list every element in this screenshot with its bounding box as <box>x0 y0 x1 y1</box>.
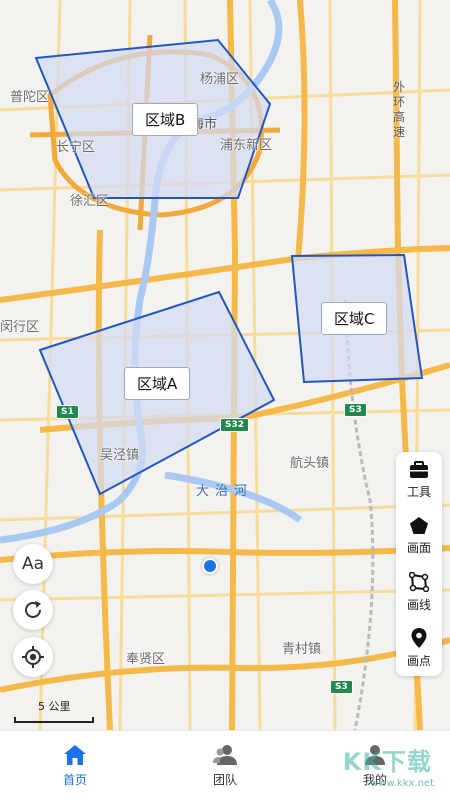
watermark-url: www.kkx.net <box>370 778 434 789</box>
polygon-label: 画面 <box>406 541 431 555</box>
nav-team-label: 团队 <box>212 772 237 787</box>
line-label: 画线 <box>406 597 431 612</box>
draw-point-button[interactable]: 画点 <box>396 620 442 676</box>
place-pudong: 浦东新区 <box>220 138 273 153</box>
watermark-logo: KK下载 <box>342 748 432 776</box>
place-hangtou: 航头镇 <box>290 456 330 471</box>
place-minhang: 闵行区 <box>0 320 40 335</box>
nav-team[interactable]: 团队 <box>150 731 300 800</box>
map-view[interactable]: 普陀区 杨浦区 长宁区 浦东新区 徐汇区 闵行区 吴泾镇 航头镇 奉贤区 青村镇… <box>0 0 450 730</box>
zone-b-label[interactable]: 区域B <box>132 103 199 136</box>
shield-s3-a: S3 <box>344 403 367 417</box>
place-xuhui: 徐汇区 <box>70 194 110 209</box>
point-label: 画点 <box>406 653 431 668</box>
current-location-marker <box>202 558 218 574</box>
draw-line-button[interactable]: 画线 <box>396 564 442 620</box>
draw-toolbar: 工具 画面 画线 画点 <box>396 452 442 676</box>
place-wujing: 吴泾镇 <box>100 448 140 463</box>
map-base <box>0 0 450 730</box>
refresh-button[interactable] <box>13 590 53 630</box>
tools-label: 工具 <box>406 484 431 499</box>
team-icon <box>213 744 237 765</box>
place-putuo: 普陀区 <box>10 90 50 105</box>
scale-ruler <box>14 717 94 723</box>
place-yangpu: 杨浦区 <box>200 72 240 87</box>
scale-text: 5 公里 <box>38 700 71 713</box>
outer-ring-label: 外环高速 <box>392 80 405 139</box>
river-label: 大治河 <box>196 484 254 499</box>
toolbox-icon <box>410 460 428 478</box>
home-icon <box>64 744 86 765</box>
pentagon-icon <box>410 517 428 534</box>
map-pin-icon <box>411 627 427 648</box>
font-size-button[interactable]: Aa <box>13 544 53 584</box>
draw-polygon-button[interactable]: 画面 <box>396 508 442 564</box>
zone-a-label[interactable]: 区域A <box>124 367 191 400</box>
locate-button[interactable] <box>13 637 53 677</box>
zone-c-label[interactable]: 区域C <box>321 302 388 335</box>
font-size-icon: Aa <box>21 554 45 574</box>
place-fengxian: 奉贤区 <box>126 652 166 667</box>
crosshair-icon <box>22 646 44 668</box>
polyline-icon <box>409 571 429 592</box>
shield-s32: S32 <box>220 418 250 432</box>
nav-home-label: 首页 <box>62 772 87 787</box>
shield-s3-b: S3 <box>330 680 353 694</box>
place-qingcun: 青村镇 <box>282 642 322 657</box>
nav-home[interactable]: 首页 <box>0 731 150 800</box>
refresh-icon <box>25 601 41 618</box>
tools-button[interactable]: 工具 <box>396 452 442 508</box>
place-changning: 长宁区 <box>56 140 96 155</box>
shield-s1: S1 <box>56 405 79 419</box>
scale-bar: 5 公里 <box>14 696 96 726</box>
